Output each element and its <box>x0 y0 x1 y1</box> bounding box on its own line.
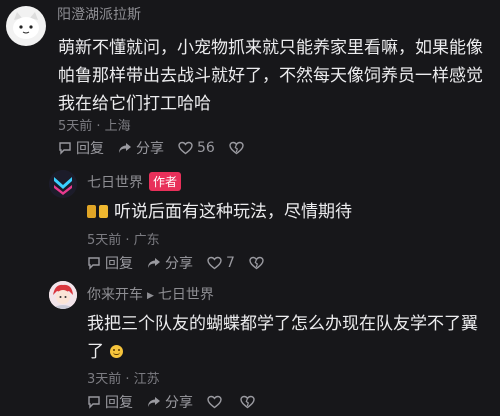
share-button[interactable]: 分享 <box>118 138 164 158</box>
dislike-button[interactable] <box>229 141 248 155</box>
like-count: 7 <box>226 255 235 271</box>
like-button[interactable]: 7 <box>207 255 235 271</box>
broken-heart-icon <box>229 141 244 155</box>
smile-emoji-icon <box>110 345 123 358</box>
action-bar: 回复 分享 7 <box>87 253 282 273</box>
reply-to-username[interactable]: 七日世界 <box>158 287 214 303</box>
username-row: 你来开车 ▶ 七日世界 <box>87 284 214 304</box>
share-icon <box>119 143 131 153</box>
heart-icon <box>207 395 222 409</box>
dislike-button[interactable] <box>249 256 268 270</box>
reply-button[interactable]: 回复 <box>58 138 104 158</box>
cat-face-icon <box>13 12 39 39</box>
comment-text: 听说后面有这种玩法，尽情期待 <box>87 198 487 226</box>
author-badge: 作者 <box>149 172 182 191</box>
reply-button[interactable]: 回复 <box>87 253 133 273</box>
timestamp-location: 5天前 · 上海 <box>58 119 131 134</box>
share-icon <box>148 258 160 268</box>
share-icon <box>148 397 160 407</box>
comment-line-2: 了 <box>87 338 497 366</box>
username[interactable]: 你来开车 <box>87 287 143 303</box>
heart-icon <box>178 141 193 155</box>
comment-line: 帕鲁那样带出去战斗就好了，不然每天像饲养员一样感觉 <box>58 66 483 86</box>
share-label: 分享 <box>165 256 193 272</box>
comment-line: 我把三个队友的蝴蝶都学了怎么办现在队友学不了翼 <box>87 314 478 334</box>
timestamp-location: 5天前 · 广东 <box>87 233 160 248</box>
medal-icon <box>87 205 96 218</box>
broken-heart-icon <box>240 395 255 409</box>
avatar[interactable] <box>49 281 77 309</box>
reply-button[interactable]: 回复 <box>87 392 133 412</box>
reply-arrow-icon: ▶ <box>147 291 154 301</box>
avatar[interactable] <box>49 170 77 198</box>
comment-body: 听说后面有这种玩法，尽情期待 <box>114 202 352 222</box>
comment-line: 萌新不懂就问，小宠物抓来就只能养家里看嘛，如果能像 <box>58 38 483 58</box>
broken-heart-icon <box>249 256 264 270</box>
share-button[interactable]: 分享 <box>147 253 193 273</box>
timestamp-location: 3天前 · 江苏 <box>87 372 160 387</box>
like-count: 56 <box>197 140 215 156</box>
comment-text: 萌新不懂就问，小宠物抓来就只能养家里看嘛，如果能像 帕鲁那样带出去战斗就好了，不… <box>58 34 498 118</box>
reply-icon <box>88 257 100 270</box>
anime-character-icon <box>49 281 77 309</box>
dislike-button[interactable] <box>240 395 259 409</box>
username-row: 七日世界 作者 <box>87 172 182 192</box>
medal-icon <box>99 205 108 218</box>
avatar[interactable] <box>6 6 46 46</box>
comment-text: 我把三个队友的蝴蝶都学了怎么办现在队友学不了翼 了 <box>87 310 497 366</box>
username[interactable]: 七日世界 <box>87 175 143 191</box>
username[interactable]: 阳澄湖派拉斯 <box>57 4 141 24</box>
action-bar: 回复 分享 <box>87 392 273 412</box>
reply-icon <box>88 396 100 409</box>
share-label: 分享 <box>136 141 164 157</box>
heart-icon <box>207 256 222 270</box>
reply-label: 回复 <box>105 395 133 411</box>
game-logo-icon <box>49 170 77 198</box>
reply-label: 回复 <box>105 256 133 272</box>
reply-label: 回复 <box>76 141 104 157</box>
share-label: 分享 <box>165 395 193 411</box>
comment-line: 我在给它们打工哈哈 <box>58 94 211 114</box>
action-bar: 回复 分享 56 <box>58 138 262 158</box>
reply-icon <box>59 142 71 155</box>
like-button[interactable]: 56 <box>178 140 215 156</box>
like-button[interactable] <box>207 395 226 409</box>
share-button[interactable]: 分享 <box>147 392 193 412</box>
